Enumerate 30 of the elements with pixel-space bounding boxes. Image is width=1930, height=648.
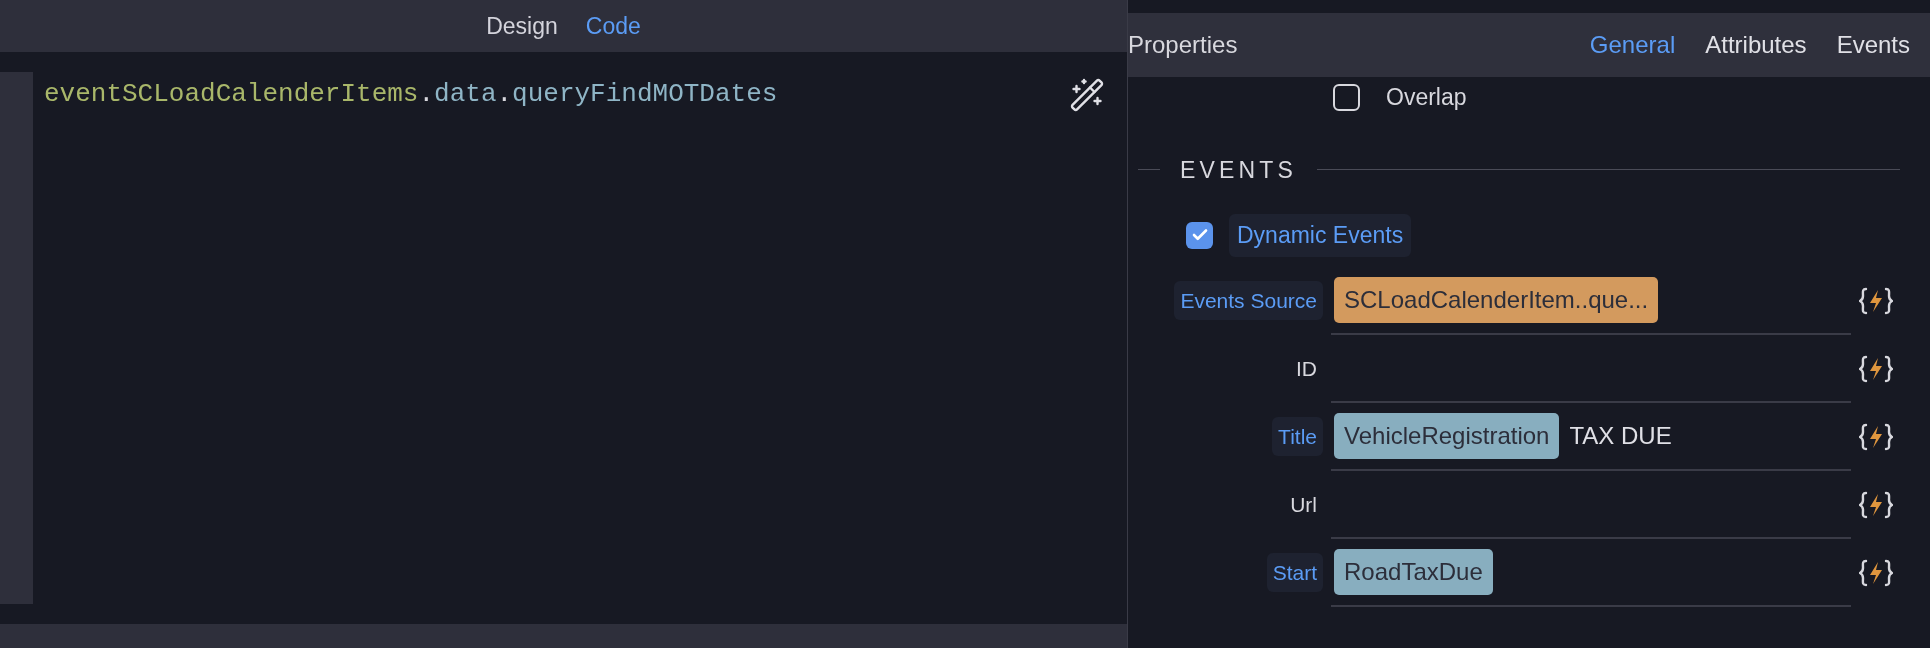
binding-chip: VehicleRegistration xyxy=(1334,412,1560,459)
checkbox[interactable] xyxy=(1186,221,1213,249)
checkbox-label: Overlap xyxy=(1386,83,1467,112)
binding-chip: SCLoadCalenderItem..que... xyxy=(1334,276,1659,323)
field-label: Start xyxy=(1266,552,1323,593)
braces-bolt-icon[interactable] xyxy=(1859,489,1893,520)
properties-tab[interactable]: Events xyxy=(1836,27,1910,63)
braces-bolt-icon[interactable] xyxy=(1859,285,1893,316)
field-value: TAX DUE xyxy=(1569,420,1672,451)
checkbox-label: Dynamic Events xyxy=(1229,214,1412,257)
property-field[interactable]: SCLoadCalenderItem..que... xyxy=(1331,266,1851,335)
binding-chip: RoadTaxDue xyxy=(1334,548,1493,595)
panel-title: Properties xyxy=(1128,30,1238,60)
property-field[interactable]: VehicleRegistration TAX DUE xyxy=(1331,402,1851,471)
braces-bolt-icon[interactable] xyxy=(1859,421,1893,452)
magic-wand-icon[interactable] xyxy=(1069,77,1105,113)
properties-tab[interactable]: General xyxy=(1589,27,1676,63)
checkbox[interactable] xyxy=(1333,83,1360,111)
braces-bolt-icon[interactable] xyxy=(1859,557,1893,588)
field-label: Title xyxy=(1272,416,1323,457)
editor-tab[interactable]: Design xyxy=(486,8,558,44)
properties-tab[interactable]: Attributes xyxy=(1705,27,1807,63)
field-label: Events Source xyxy=(1174,280,1323,321)
field-label: Url xyxy=(1289,491,1318,518)
property-field[interactable]: RoadTaxDue xyxy=(1331,538,1851,607)
code-line: eventSCLoadCalenderItems.data.queryFindMOTDates xyxy=(44,78,778,111)
section-heading: EVENTS xyxy=(1179,155,1298,185)
editor-tab[interactable]: Code xyxy=(585,8,641,44)
field-label: ID xyxy=(1295,355,1318,382)
braces-bolt-icon[interactable] xyxy=(1859,353,1893,384)
